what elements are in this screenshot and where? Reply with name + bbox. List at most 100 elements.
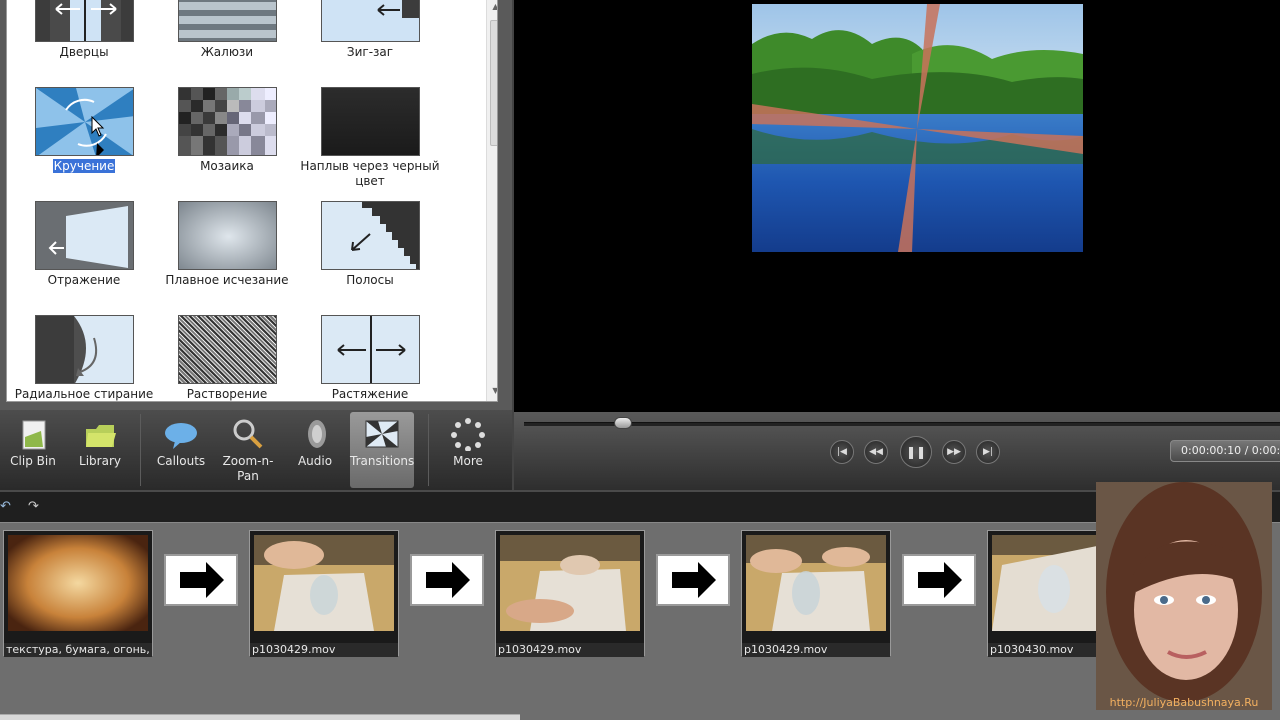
scroll-down-icon[interactable]: ▼ <box>487 384 497 398</box>
transition-label: Дверцы <box>59 45 109 59</box>
callouts-button[interactable]: Callouts <box>148 412 214 488</box>
zoom-n-pan-label: Zoom-n- Pan <box>222 454 274 483</box>
transition-thumb-stretch <box>321 315 420 384</box>
clip-thumbnail <box>254 535 394 631</box>
pause-icon[interactable]: ❚❚ <box>900 436 932 468</box>
camtasia-window: Дверцы Жалюзи Зиг-заг Кручение Мозаика Н… <box>0 0 1280 720</box>
transition-slot[interactable] <box>410 554 484 606</box>
transition-thumb-reflection <box>35 201 134 270</box>
transition-label: Жалюзи <box>200 45 254 59</box>
timeline-toolbar: ↶ ↷ <box>0 490 1280 522</box>
clip-item[interactable]: p1030429.mov <box>741 530 891 657</box>
transition-item-radial-wipe[interactable]: Радиальное стирание <box>13 315 155 401</box>
arrow-right-icon <box>918 562 962 598</box>
seek-handle[interactable] <box>613 417 632 429</box>
transition-item-dissolve[interactable]: Растворение <box>156 315 298 401</box>
transition-item-stripes[interactable]: Полосы <box>299 201 441 311</box>
transition-label: Радиальное стирание <box>14 387 154 401</box>
transition-item-spin[interactable]: Кручение <box>13 87 155 197</box>
clip-name: текстура, бумага, огонь, к... <box>4 643 152 657</box>
transition-thumb-blinds <box>178 0 277 42</box>
scrollbar-thumb[interactable] <box>490 20 497 146</box>
task-toolbar: Clip Bin Library Callouts Zoom-n- Pan Au… <box>0 410 512 490</box>
toolbar-divider <box>140 414 141 486</box>
transition-label: Полосы <box>346 273 394 287</box>
transition-thumb-stripes <box>321 201 420 270</box>
clip-thumbnail <box>8 535 148 631</box>
webcam-overlay: http://JuliyaBabushnaya.Ru <box>1096 482 1272 710</box>
transition-slot[interactable] <box>656 554 730 606</box>
transitions-button[interactable]: Transitions <box>350 412 414 488</box>
clip-item[interactable]: p1030429.mov <box>249 530 399 657</box>
time-display: 0:00:00:10 / 0:00:02 <box>1170 440 1280 462</box>
transition-item-stretch[interactable]: Растяжение <box>299 315 441 401</box>
more-dots-icon <box>451 418 485 451</box>
library-label: Library <box>79 454 121 468</box>
transition-label: Наплыв через черный цвет <box>300 159 440 188</box>
transition-label-selected: Кручение <box>52 159 116 173</box>
arrow-right-icon <box>672 562 716 598</box>
clip-item[interactable]: p1030429.mov <box>495 530 645 657</box>
scroll-up-icon[interactable]: ▲ <box>487 0 497 14</box>
mouse-pointer-icon <box>91 116 105 137</box>
transition-thumb-zigzag <box>321 0 420 42</box>
transition-item-mosaic[interactable]: Мозаика <box>156 87 298 197</box>
transition-item-zigzag[interactable]: Зиг-заг <box>299 0 441 83</box>
transition-item-reflection[interactable]: Отражение <box>13 201 155 311</box>
redo-icon[interactable]: ↷ <box>28 500 44 514</box>
horizontal-scrollbar[interactable] <box>0 714 520 720</box>
clip-bin-label: Clip Bin <box>10 454 56 468</box>
rewind-icon[interactable]: ◀◀ <box>864 440 888 464</box>
clip-name: p1030429.mov <box>742 643 890 657</box>
transitions-icon <box>365 420 399 448</box>
preview-video-frame <box>752 4 1083 252</box>
arrow-right-icon <box>180 562 224 598</box>
transition-item-blinds[interactable]: Жалюзи <box>156 0 298 83</box>
transition-slot[interactable] <box>902 554 976 606</box>
clip-bin-button[interactable]: Clip Bin <box>4 412 62 488</box>
transition-label: Отражение <box>47 273 121 287</box>
transition-item-doors[interactable]: Дверцы <box>13 0 155 83</box>
transition-thumb-mosaic <box>178 87 277 156</box>
fast-forward-icon[interactable]: ▶▶ <box>942 440 966 464</box>
transition-slot[interactable] <box>164 554 238 606</box>
library-button[interactable]: Library <box>68 412 132 488</box>
undo-icon[interactable]: ↶ <box>0 500 16 514</box>
clip-name: p1030429.mov <box>496 643 644 657</box>
more-button[interactable]: More <box>436 412 500 488</box>
magnifier-icon <box>233 419 263 449</box>
clip-thumbnail <box>500 535 640 631</box>
toolbar-divider <box>428 414 429 486</box>
transition-label: Плавное исчезание <box>165 273 289 287</box>
transition-item-fade-through-black[interactable]: Наплыв через черный цвет <box>299 87 441 197</box>
transition-thumb-smooth-fade <box>178 201 277 270</box>
transition-thumb-doors <box>35 0 134 42</box>
zoom-n-pan-button[interactable]: Zoom-n- Pan <box>216 412 280 488</box>
transition-item-smooth-fade[interactable]: Плавное исчезание <box>156 201 298 311</box>
transition-thumb-spin <box>35 87 134 156</box>
audio-button[interactable]: Audio <box>284 412 346 488</box>
transition-label: Растворение <box>186 387 268 401</box>
folder-icon <box>86 425 116 447</box>
playback-controls: |◀ ◀◀ ❚❚ ▶▶ ▶| 0:00:00:10 / 0:00:02 <box>512 412 1280 490</box>
preview-canvas <box>512 0 1280 412</box>
arrow-right-icon <box>426 562 470 598</box>
transitions-label: Transitions <box>350 454 415 468</box>
transition-label: Растяжение <box>331 387 409 401</box>
clip-item[interactable]: текстура, бумага, огонь, к... <box>3 530 153 657</box>
watermark-url: http://JuliyaBabushnaya.Ru <box>1109 696 1259 709</box>
presenter-face-image <box>1096 482 1272 710</box>
skip-to-end-icon[interactable]: ▶| <box>976 440 1000 464</box>
more-label: More <box>453 454 483 468</box>
transition-thumb-fade-black <box>321 87 420 156</box>
speaker-icon <box>308 420 326 448</box>
speech-bubble-icon <box>165 423 197 449</box>
transitions-list: Дверцы Жалюзи Зиг-заг Кручение Мозаика Н… <box>6 0 498 402</box>
skip-to-start-icon[interactable]: |◀ <box>830 440 854 464</box>
storyboard-track: текстура, бумага, огонь, к... p1030429.m… <box>0 522 1280 720</box>
transition-thumb-dissolve <box>178 315 277 384</box>
transitions-scrollbar[interactable]: ▲ ▼ <box>486 0 497 401</box>
clip-thumbnail <box>746 535 886 631</box>
transition-label: Мозаика <box>200 159 254 173</box>
seek-bar[interactable] <box>524 422 1280 426</box>
